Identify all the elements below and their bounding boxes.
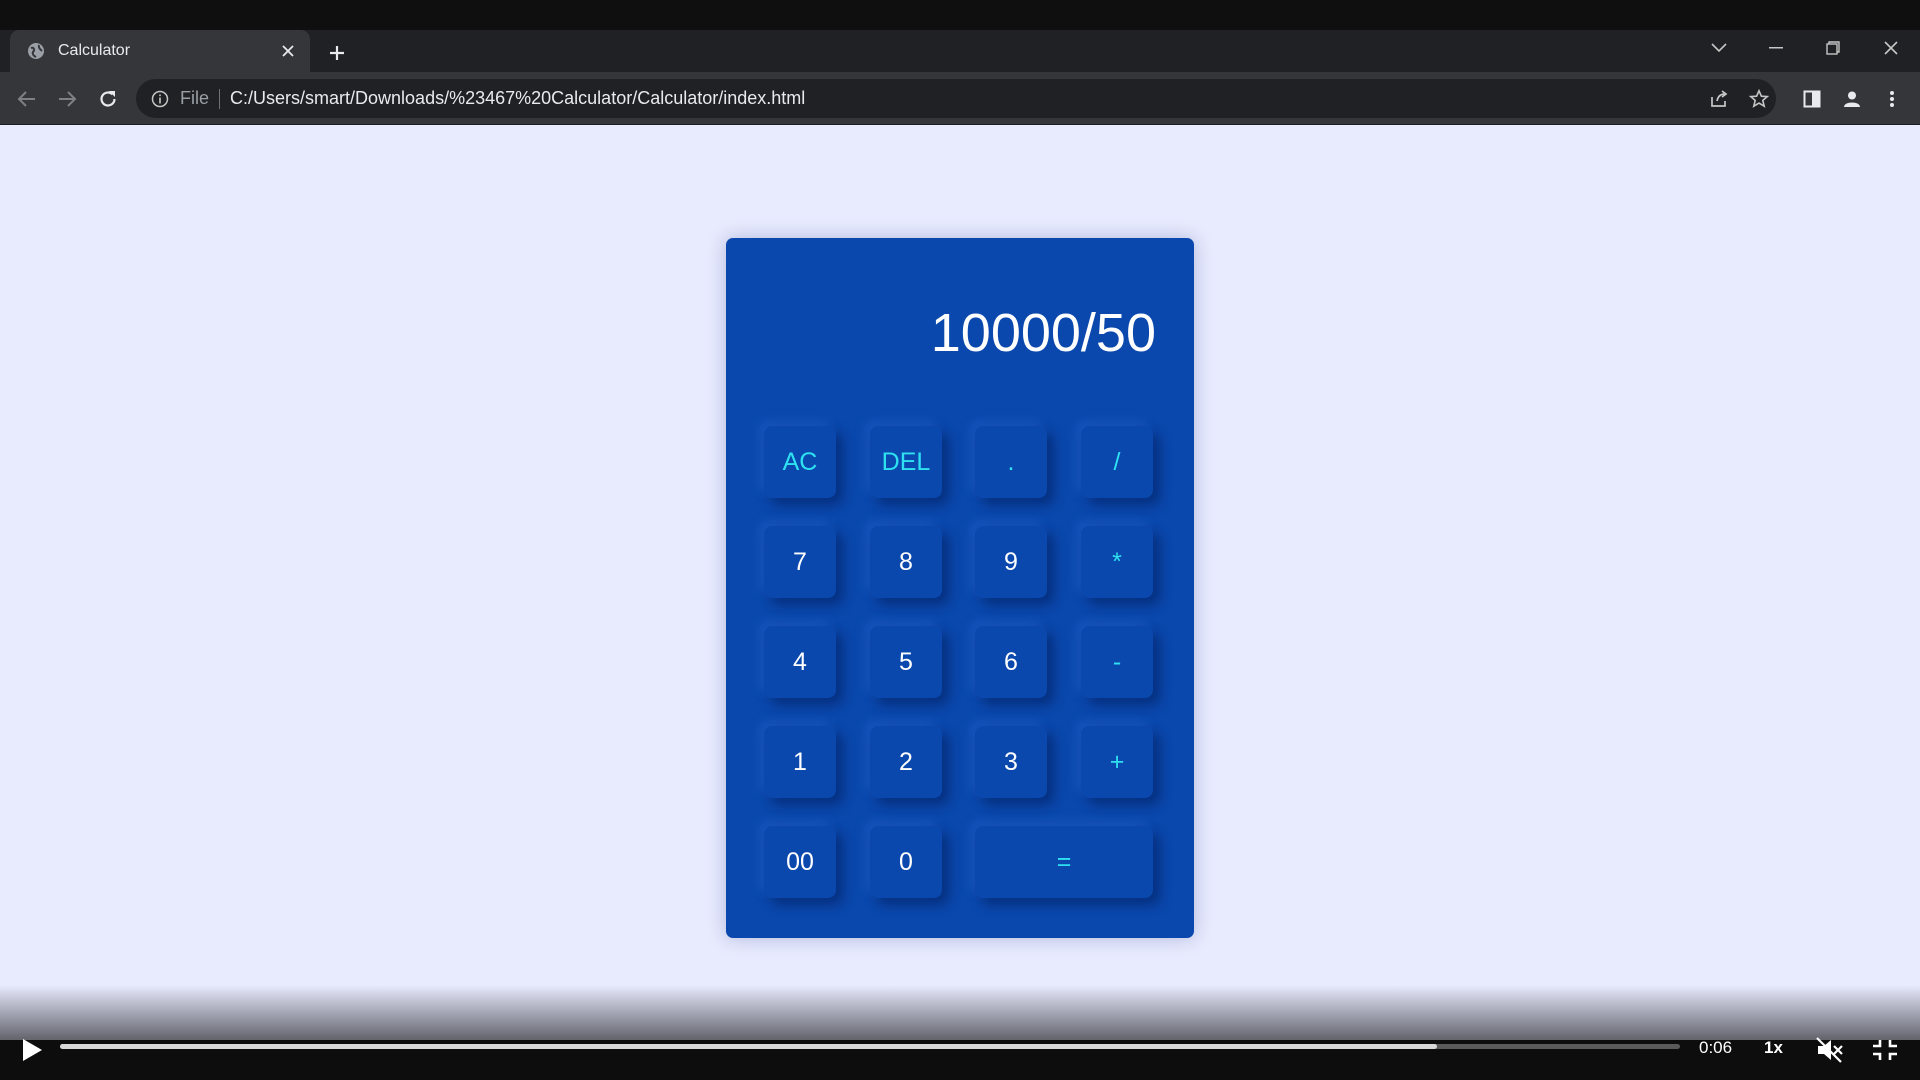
key-1[interactable]: 1: [764, 726, 836, 798]
key-2[interactable]: 2: [870, 726, 942, 798]
exit-fullscreen-icon[interactable]: [1869, 1034, 1901, 1066]
tab-strip: Calculator: [0, 30, 1920, 72]
calculator-display: 10000/50: [930, 303, 1156, 363]
info-icon[interactable]: [150, 89, 170, 109]
bookmark-star-icon[interactable]: [1747, 87, 1771, 111]
video-progress-track[interactable]: [60, 1044, 1680, 1049]
key-all-clear[interactable]: AC: [764, 426, 836, 498]
address-url[interactable]: C:/Users/smart/Downloads/%23467%20Calcul…: [230, 88, 805, 109]
key-9[interactable]: 9: [975, 526, 1047, 598]
profile-icon[interactable]: [1840, 87, 1864, 111]
key-add[interactable]: +: [1081, 726, 1153, 798]
key-6[interactable]: 6: [975, 626, 1047, 698]
side-panel-icon[interactable]: [1800, 87, 1824, 111]
tab-calculator[interactable]: Calculator: [10, 30, 310, 72]
forward-icon[interactable]: [52, 84, 82, 114]
address-scheme: File: [180, 88, 210, 108]
key-5[interactable]: 5: [870, 626, 942, 698]
close-window-icon[interactable]: [1867, 30, 1915, 66]
share-icon[interactable]: [1707, 87, 1731, 111]
key-decimal[interactable]: .: [975, 426, 1047, 498]
key-3[interactable]: 3: [975, 726, 1047, 798]
new-tab-icon[interactable]: [323, 39, 351, 67]
close-tab-icon[interactable]: [276, 39, 300, 63]
calculator: 10000/50 AC DEL./7 8 9 * 4 5 6-1 2 3 +00 0 =: [726, 238, 1194, 938]
key-subtract[interactable]: -: [1081, 626, 1153, 698]
address-separator: [219, 88, 221, 109]
menu-dots-icon[interactable]: [1880, 87, 1904, 111]
minimize-icon[interactable]: [1752, 30, 1800, 66]
reload-icon[interactable]: [93, 84, 123, 114]
play-icon[interactable]: [16, 1034, 48, 1066]
tab-title: Calculator: [58, 42, 131, 59]
restore-icon[interactable]: [1809, 30, 1857, 66]
key-delete[interactable]: DEL: [870, 426, 942, 498]
key-8[interactable]: 8: [870, 526, 942, 598]
key-0[interactable]: 0: [870, 826, 942, 898]
key-double-zero[interactable]: 00: [764, 826, 836, 898]
globe-icon: [26, 41, 46, 61]
video-time: 0:06: [1699, 1038, 1733, 1057]
key-divide[interactable]: /: [1081, 426, 1153, 498]
tab-search-icon[interactable]: [1695, 30, 1743, 66]
muted-volume-icon[interactable]: [1814, 1034, 1846, 1066]
browser-toolbar: File C:/Users/smart/Downloads/%23467%20C…: [0, 72, 1920, 125]
key-4[interactable]: 4: [764, 626, 836, 698]
video-progress-fill: [60, 1044, 1437, 1049]
key-equals[interactable]: =: [975, 826, 1153, 898]
address-bar[interactable]: File C:/Users/smart/Downloads/%23467%20C…: [136, 79, 1776, 118]
window-top-band: [0, 0, 1920, 30]
key-multiply[interactable]: *: [1081, 526, 1153, 598]
back-icon[interactable]: [12, 84, 42, 114]
key-7[interactable]: 7: [764, 526, 836, 598]
playback-rate-button[interactable]: 1x: [1764, 1038, 1783, 1058]
